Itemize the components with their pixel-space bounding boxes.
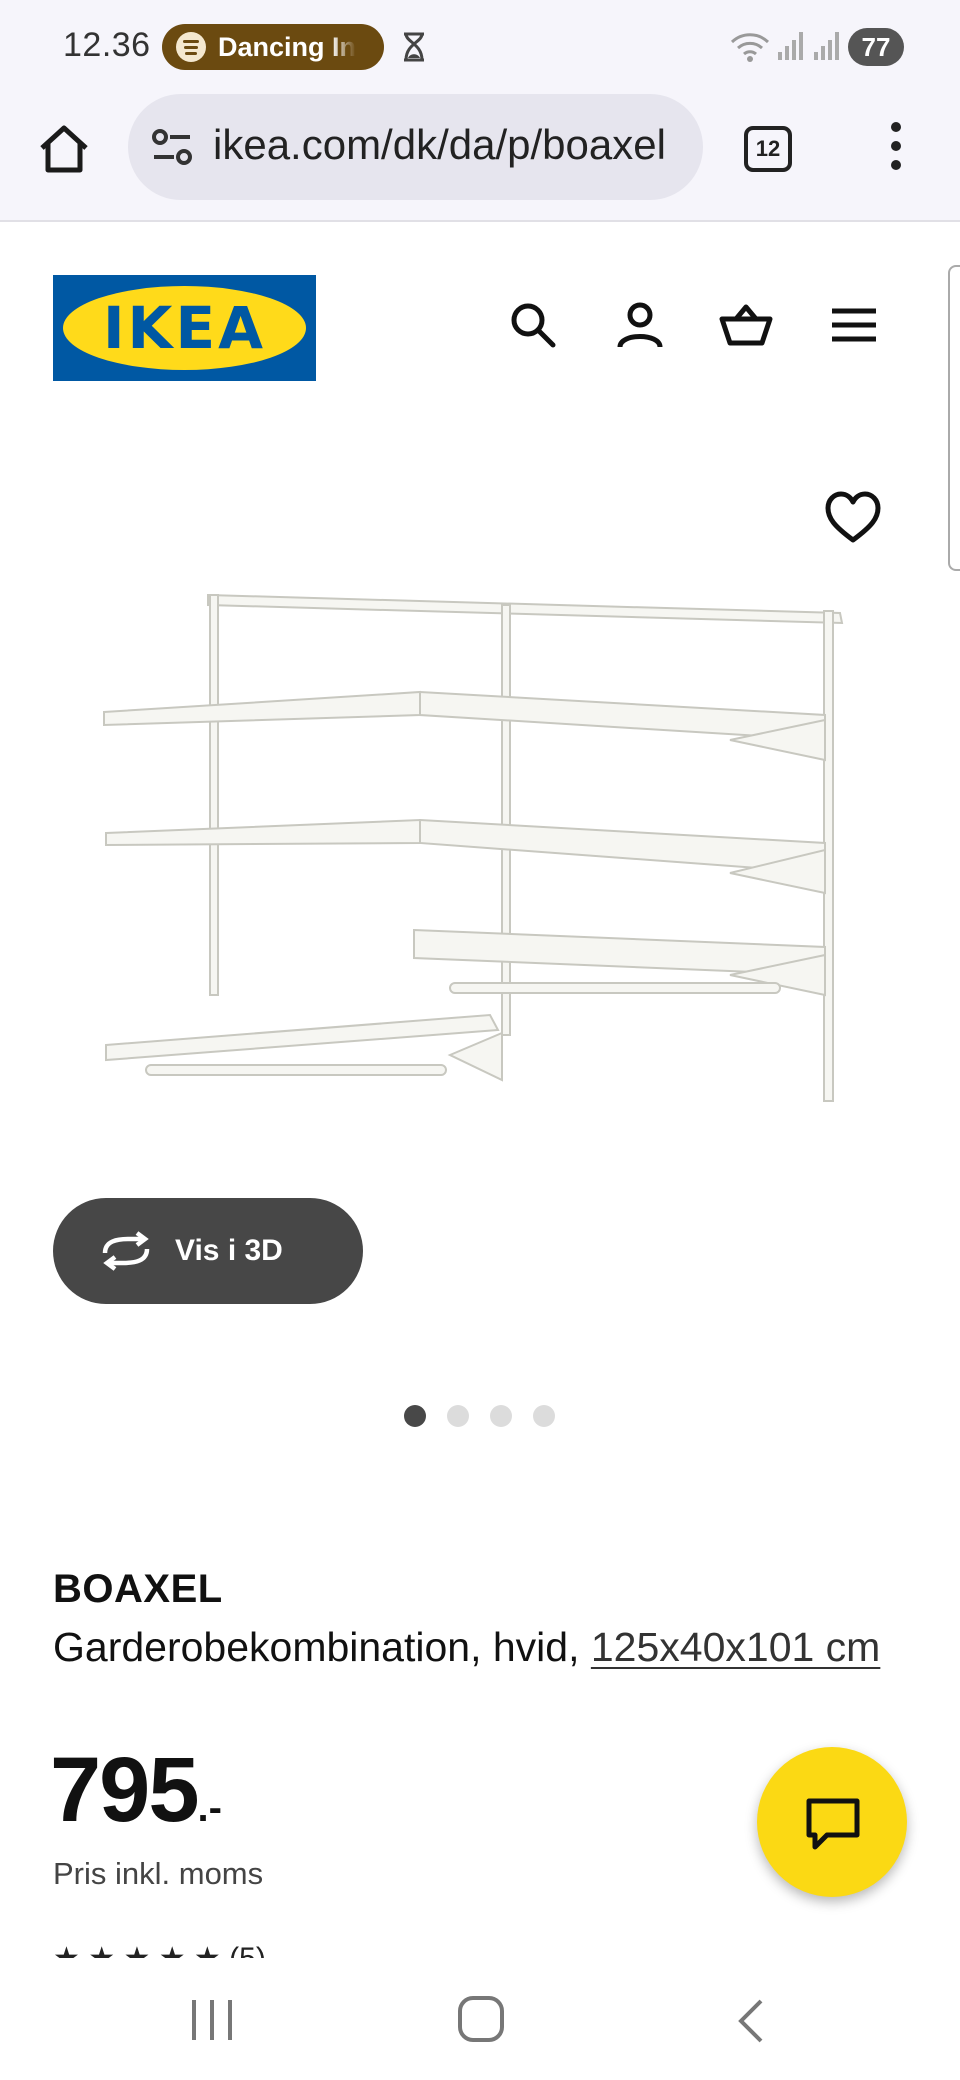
heart-icon[interactable] <box>824 490 882 548</box>
home-icon[interactable] <box>36 120 92 176</box>
url-text[interactable]: ikea.com/dk/da/p/boaxel <box>213 121 666 169</box>
ikea-logo[interactable]: IKEA <box>53 275 316 381</box>
product-description-text: Garderobekombination, hvid, <box>53 1624 591 1670</box>
chat-icon <box>806 1798 860 1850</box>
view-in-3d-label: Vis i 3D <box>175 1234 283 1267</box>
view-in-3d-button[interactable]: Vis i 3D <box>53 1198 363 1304</box>
system-navigation-bar <box>0 1960 960 2080</box>
rating-stars[interactable]: ★ ★ ★ ★ ★ (5) <box>53 1944 383 1958</box>
gallery-dot[interactable] <box>490 1405 512 1427</box>
product-price: 795.- <box>50 1740 222 1858</box>
recent-apps-button[interactable] <box>190 2000 234 2040</box>
tabs-button[interactable]: 12 <box>744 126 792 172</box>
gallery-dot[interactable] <box>533 1405 555 1427</box>
product-size-link[interactable]: 125x40x101 cm <box>591 1624 880 1670</box>
signal-icon <box>814 32 839 60</box>
more-vert-icon[interactable] <box>880 122 912 176</box>
logo-text: IKEA <box>102 294 267 362</box>
price-main: 795 <box>50 1739 199 1841</box>
wifi-icon <box>730 33 770 62</box>
account-icon[interactable] <box>612 297 668 353</box>
media-playback-chip[interactable]: Dancing In <box>162 24 384 70</box>
product-description: Garderobekombination, hvid, 125x40x101 c… <box>53 1620 893 1675</box>
price-note: Pris inkl. moms <box>53 1856 264 1891</box>
site-settings-icon[interactable] <box>150 127 194 167</box>
rotate-3d-icon <box>102 1231 150 1271</box>
price-suffix: .- <box>197 1786 222 1830</box>
address-bar[interactable]: ikea.com/dk/da/p/boaxel <box>128 94 703 200</box>
signal-icon <box>778 32 803 60</box>
chat-button[interactable] <box>757 1747 907 1897</box>
media-title: Dancing In <box>218 31 357 62</box>
gallery-dot-active[interactable] <box>404 1405 426 1427</box>
gallery-dot[interactable] <box>447 1405 469 1427</box>
back-icon[interactable] <box>735 1998 767 2044</box>
browser-toolbar: ikea.com/dk/da/p/boaxel 12 <box>0 92 960 222</box>
page-scrollbar[interactable] <box>948 265 960 571</box>
battery-indicator: 77 <box>848 28 904 66</box>
home-button[interactable] <box>458 1996 504 2042</box>
search-icon[interactable] <box>505 297 561 353</box>
status-bar: 12.36 Dancing In 77 <box>0 0 960 92</box>
spotify-icon <box>176 32 206 62</box>
hourglass-icon <box>404 32 424 62</box>
product-name: BOAXEL <box>53 1567 223 1611</box>
status-time: 12.36 <box>63 26 151 64</box>
cart-icon[interactable] <box>718 297 774 353</box>
product-image[interactable] <box>90 575 860 1215</box>
menu-icon[interactable] <box>826 297 882 353</box>
gallery-pagination <box>404 1405 555 1427</box>
